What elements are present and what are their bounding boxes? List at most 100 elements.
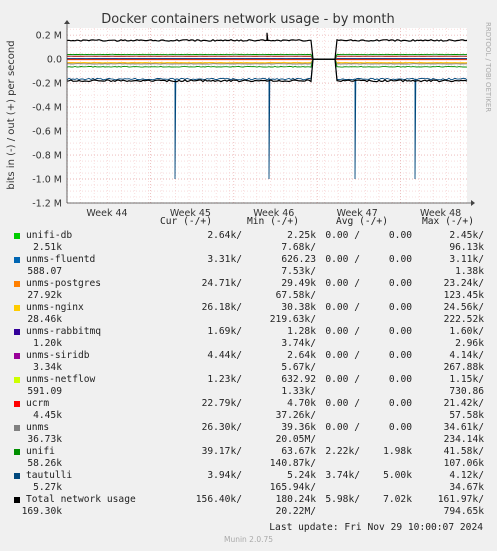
- legend-max-in: 161.97k/: [437, 494, 484, 505]
- legend-header-cur: Cur (-/+): [160, 216, 212, 227]
- legend-row: unms-fluentd 3.31k/626.23 0.00 / 0.00 3.11k/…: [0, 254, 497, 278]
- legend-series-name: unms: [26, 422, 50, 433]
- legend-row: tautulli 3.94k/5.24k 3.74k/5.00k 4.12k/5.27…: [0, 470, 497, 494]
- legend-series-name: unms-rabbitmq: [26, 326, 102, 337]
- legend-avg-out: 7.02k: [383, 494, 412, 505]
- legend-max-in: 4.12k/: [449, 470, 484, 481]
- y-tick-label: -1.0 M: [32, 175, 62, 186]
- legend-avg-out: 0.00: [388, 230, 412, 241]
- legend-cur-out: 4.45k: [33, 410, 62, 421]
- legend-swatch: [14, 233, 20, 239]
- legend-cur-in: 4.44k/: [207, 350, 242, 361]
- legend-series-name: ucrm: [26, 398, 50, 409]
- legend-header-max: Max (-/+): [422, 216, 474, 227]
- legend-max-in: 2.45k/: [449, 230, 484, 241]
- legend-row: unms 26.30k/39.36k 0.00 / 0.00 34.61k/36.73k…: [0, 422, 497, 446]
- legend-series-name: unms-nginx: [26, 302, 84, 313]
- legend-avg-out: 5.00k: [383, 470, 412, 481]
- legend-min-in: 626.23: [281, 254, 316, 265]
- legend-cur-in: 26.30k/: [201, 422, 242, 433]
- legend-cur-out: 27.92k: [27, 290, 62, 301]
- legend-row: unms-postgres 24.71k/29.49k 0.00 / 0.00 23.2…: [0, 278, 497, 302]
- legend-swatch: [14, 425, 20, 431]
- legend-cur-out: 1.20k: [33, 338, 62, 349]
- legend-series-name: Total network usage: [26, 494, 136, 505]
- legend-avg-out: 0.00: [388, 350, 412, 361]
- legend-avg-in: 0.00 /: [325, 230, 360, 241]
- legend-swatch: [14, 377, 20, 383]
- last-update: Last update: Fri Nov 29 10:00:07 2024: [269, 522, 483, 533]
- legend-header-min: Min (-/+): [247, 216, 299, 227]
- legend-max-out: 794.65k: [443, 506, 484, 517]
- legend-row: unms-rabbitmq 1.69k/1.28k 0.00 / 0.00 1.60k/…: [0, 326, 497, 350]
- legend-series-name: unifi-db: [26, 230, 73, 241]
- legend-swatch: [14, 329, 20, 335]
- legend-swatch: [14, 449, 20, 455]
- legend-min-out: 7.53k/: [281, 266, 316, 277]
- legend-max-out: 107.06k: [443, 458, 484, 469]
- legend-cur-in: 3.94k/: [207, 470, 242, 481]
- legend-max-out: 34.67k: [449, 482, 484, 493]
- legend-max-out: 267.88k: [443, 362, 484, 373]
- legend-swatch: [14, 281, 20, 287]
- legend-max-out: 123.45k: [443, 290, 484, 301]
- legend-avg-in: 0.00 /: [325, 422, 360, 433]
- legend-swatch: [14, 473, 20, 479]
- legend-swatch: [14, 353, 20, 359]
- legend-cur-in: 26.18k/: [201, 302, 242, 313]
- legend-max-in: 4.14k/: [449, 350, 484, 361]
- legend-min-in: 2.64k: [287, 350, 316, 361]
- legend-min-in: 4.70k: [287, 398, 316, 409]
- legend-swatch: [14, 305, 20, 311]
- legend-cur-in: 3.31k/: [207, 254, 242, 265]
- legend-avg-out: 0.00: [388, 422, 412, 433]
- legend-min-in: 2.25k: [287, 230, 316, 241]
- legend-avg-out: 0.00: [388, 326, 412, 337]
- legend-cur-out: 3.34k: [33, 362, 62, 373]
- legend-max-in: 24.56k/: [443, 302, 484, 313]
- legend-min-out: 3.74k/: [281, 338, 316, 349]
- legend-series-name: unms-fluentd: [26, 254, 96, 265]
- legend-cur-in: 156.40k/: [195, 494, 242, 505]
- legend-max-in: 1.60k/: [449, 326, 484, 337]
- y-tick-label: -0.4 M: [32, 103, 62, 114]
- legend-avg-in: 0.00 /: [325, 326, 360, 337]
- legend-series-name: unms-siridb: [26, 350, 90, 361]
- legend-row: unms-nginx 26.18k/30.38k 0.00 / 0.00 24.56k/…: [0, 302, 497, 326]
- legend-min-in: 29.49k: [281, 278, 316, 289]
- legend-min-in: 1.28k: [287, 326, 316, 337]
- legend-max-in: 21.42k/: [443, 398, 484, 409]
- legend-min-in: 30.38k: [281, 302, 316, 313]
- legend-cur-out: 28.46k: [27, 314, 62, 325]
- legend-avg-out: 0.00: [388, 278, 412, 289]
- y-tick-label: 0.0: [47, 55, 62, 66]
- legend-series-name: unms-netflow: [26, 374, 96, 385]
- legend-min-in: 180.24k: [275, 494, 316, 505]
- legend-max-in: 41.58k/: [443, 446, 484, 457]
- legend-max-in: 34.61k/: [443, 422, 484, 433]
- legend-max-out: 234.14k: [443, 434, 484, 445]
- legend-cur-out: 5.27k: [33, 482, 62, 493]
- legend-cur-in: 1.69k/: [207, 326, 242, 337]
- legend-min-out: 37.26k/: [275, 410, 316, 421]
- y-tick-label: -0.2 M: [32, 79, 62, 90]
- legend-min-in: 632.92: [281, 374, 316, 385]
- legend-cur-out: 36.73k: [27, 434, 62, 445]
- legend-row: ucrm 22.79k/4.70k 0.00 / 0.00 21.42k/4.45k 37…: [0, 398, 497, 422]
- legend-header-avg: Avg (-/+): [336, 216, 388, 227]
- legend-avg-out: 0.00: [388, 302, 412, 313]
- legend-min-in: 5.24k: [287, 470, 316, 481]
- legend-min-out: 20.05M/: [275, 434, 316, 445]
- y-tick-label: -0.6 M: [32, 127, 62, 138]
- legend-avg-out: 0.00: [388, 254, 412, 265]
- legend-max-out: 1.38k: [455, 266, 484, 277]
- legend-row: unifi-db 2.64k/2.25k 0.00 / 0.00 2.45k/2.51k…: [0, 230, 497, 254]
- legend-min-out: 20.22M/: [275, 506, 316, 517]
- legend-avg-out: 1.98k: [383, 446, 412, 457]
- rrdtool-label: RRDTOOL / TOBI OETIKER: [484, 22, 492, 112]
- legend-min-in: 63.67k: [281, 446, 316, 457]
- legend-cur-in: 39.17k/: [201, 446, 242, 457]
- legend-min-out: 219.63k/: [269, 314, 316, 325]
- legend-max-in: 1.15k/: [449, 374, 484, 385]
- legend-row: unms-netflow 1.23k/632.92 0.00 / 0.00 1.15k/…: [0, 374, 497, 398]
